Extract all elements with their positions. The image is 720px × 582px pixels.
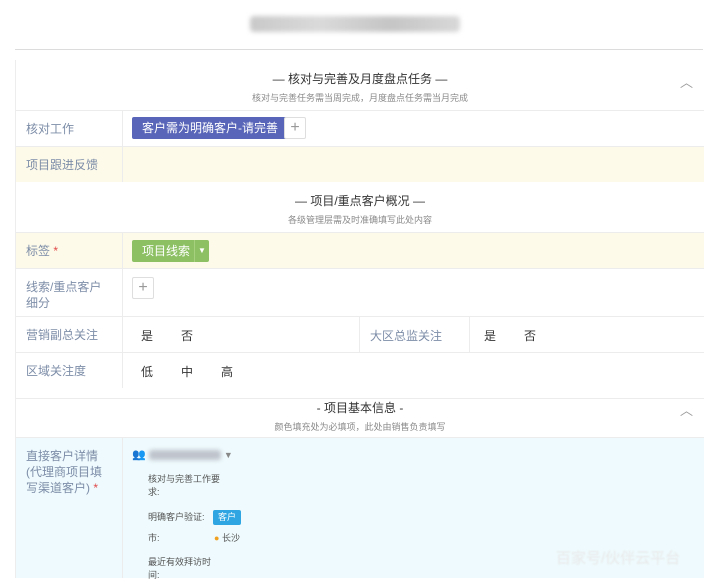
row-followup: 项目跟进反馈 xyxy=(16,146,704,182)
section-verify-header[interactable]: — 核对与完善及月度盘点任务 — 核对与完善任务需当周完成，月度盘点任务需当月完… xyxy=(16,70,704,104)
option-high[interactable]: 高 xyxy=(221,363,233,380)
customer-complete-button[interactable]: 客户需为明确客户-请完善 xyxy=(132,117,288,139)
customer-tag: 客户 xyxy=(213,510,242,525)
blurred-breadcrumb-title xyxy=(250,16,460,32)
option-mid[interactable]: 中 xyxy=(181,363,193,380)
option-no[interactable]: 否 xyxy=(524,327,536,344)
collapse-chevron-icon[interactable]: ︿ xyxy=(680,72,693,91)
section-subtitle: 核对与完善任务需当周完成，月度盘点任务需当月完成 xyxy=(251,93,468,103)
row-label: 项目跟进反馈 xyxy=(16,147,123,182)
users-icon: 👥 xyxy=(132,449,146,461)
row-label: 大区总监关注 xyxy=(359,317,469,352)
section-title: - 项目基本信息 - xyxy=(316,401,404,415)
row-verify-work: 核对工作 客户需为明确客户-请完善 + xyxy=(16,110,704,146)
row-label: 核对工作 xyxy=(16,111,123,146)
form-panel: — 核对与完善及月度盘点任务 — 核对与完善任务需当周完成，月度盘点任务需当月完… xyxy=(15,60,704,580)
top-bar xyxy=(0,0,720,52)
customer-select[interactable]: 👥 ▼ xyxy=(132,448,233,461)
city-value: 长沙 xyxy=(221,533,240,543)
field-label: 市: xyxy=(148,533,160,543)
section-title: — 核对与完善及月度盘点任务 — xyxy=(272,72,448,86)
row-label: 直接客户详情(代理商项目填写渠道客户) * xyxy=(16,438,123,578)
row-vp-focus: 营销副总关注 是 否 大区总监关注 是 否 xyxy=(16,316,704,352)
option-yes[interactable]: 是 xyxy=(484,327,496,344)
blurred-customer-name xyxy=(148,450,221,461)
location-pin-icon: ● xyxy=(214,533,220,543)
tag-select[interactable]: 项目线索 ▼ xyxy=(132,240,209,262)
row-region-focus: 区域关注度 低 中 高 xyxy=(16,352,704,388)
required-mark: * xyxy=(93,481,99,495)
row-segment: 线索/重点客户细分 + xyxy=(16,268,704,316)
row-label: 区域关注度 xyxy=(16,353,123,388)
row-tags: 标签 * 项目线索 ▼ xyxy=(16,232,704,268)
last-visit-field: 最近有效拜访时间: xyxy=(148,557,212,580)
header-divider xyxy=(15,49,703,50)
option-low[interactable]: 低 xyxy=(141,363,153,380)
city-field: 市: ● 长沙 xyxy=(148,532,240,545)
required-mark: * xyxy=(53,244,59,258)
tag-label-text: 标签 xyxy=(26,244,51,258)
watermark: 百家号/伙伴云平台 xyxy=(556,550,681,567)
cell-divider xyxy=(469,317,470,352)
direct-customer-label: 直接客户详情(代理商项目填写渠道客户) xyxy=(26,449,102,495)
add-plus-icon[interactable]: + xyxy=(132,277,154,299)
field-label: 明确客户验证: xyxy=(148,512,205,522)
tag-value: 项目线索 xyxy=(142,244,191,258)
option-no[interactable]: 否 xyxy=(181,327,193,344)
confirm-customer-field: 明确客户验证: 客户 xyxy=(148,510,242,525)
option-yes[interactable]: 是 xyxy=(141,327,153,344)
section-subtitle: 各级管理层需及时准确填写此处内容 xyxy=(287,215,432,225)
row-label: 营销副总关注 xyxy=(16,317,123,352)
collapse-chevron-icon[interactable]: ︿ xyxy=(680,400,693,419)
verify-requirement-field: 核对与完善工作要求: xyxy=(148,474,221,497)
section-overview-header[interactable]: — 项目/重点客户概况 — 各级管理层需及时准确填写此处内容 xyxy=(16,192,704,226)
row-label: 标签 * xyxy=(16,233,123,268)
chevron-down-icon[interactable]: ▼ xyxy=(224,450,233,460)
section-subtitle: 颜色填充处为必填项，此处由销售负责填写 xyxy=(274,422,446,432)
chevron-down-icon[interactable]: ▼ xyxy=(194,240,209,262)
row-label: 线索/重点客户细分 xyxy=(16,269,123,316)
section-basic-header[interactable]: - 项目基本信息 - 颜色填充处为必填项，此处由销售负责填写 xyxy=(16,398,704,433)
section-title: — 项目/重点客户概况 — xyxy=(294,194,425,208)
add-plus-icon[interactable]: + xyxy=(284,117,306,139)
